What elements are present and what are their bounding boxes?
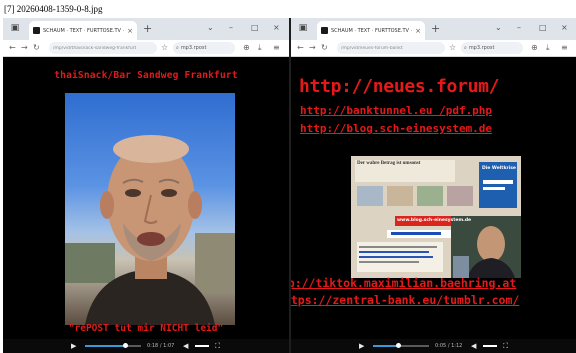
maximize-button[interactable]: □ <box>539 20 547 36</box>
forward-icon[interactable]: → <box>309 41 316 55</box>
bookmark-star-icon[interactable]: ☆ <box>449 41 456 55</box>
video-footer-text: "rePOST tut mir NICHT leid" <box>68 323 224 334</box>
minimize-button[interactable]: – <box>229 20 233 36</box>
search-icon: ⌕ <box>464 45 467 51</box>
address-url: /mp/vid/thaisnack-sandweg-frankfurt <box>53 45 137 51</box>
volume-icon[interactable]: ◀ <box>471 340 476 352</box>
address-bar[interactable]: /mp/vid/thaisnack-sandweg-frankfurt <box>49 42 157 54</box>
back-icon[interactable]: ← <box>297 41 304 55</box>
new-tab-button[interactable]: + <box>143 21 152 37</box>
extensions-icon[interactable]: ⊕ <box>243 41 250 55</box>
volume-icon[interactable]: ◀ <box>183 340 188 352</box>
progress-knob[interactable] <box>396 343 401 348</box>
bookmark-star-icon[interactable]: ☆ <box>161 41 168 55</box>
downloads-icon[interactable]: ⤓ <box>258 41 262 55</box>
video-title: thaiSnack/Bar Sandweg Frankfurt <box>54 70 238 81</box>
thumbnail-graphic <box>351 156 521 278</box>
downloads-icon[interactable]: ⤓ <box>546 41 550 55</box>
tab-close-icon[interactable]: × <box>415 27 421 35</box>
new-tab-button[interactable]: + <box>431 21 440 37</box>
reload-icon[interactable]: ↻ <box>321 41 328 55</box>
progress-knob[interactable] <box>123 343 128 348</box>
tab-title: SCHAUM · TEXT · FURTTOSE.TV · X <box>331 27 413 34</box>
search-text: mp3.rpost <box>180 45 207 51</box>
search-box[interactable]: ⌕ mp3.rpost <box>173 42 235 54</box>
address-bar[interactable]: /mp/vid/neues-forum-bankt <box>337 42 445 54</box>
left-video-controls: ▶ 0:18 / 1:07 ◀ ⛶ <box>3 339 289 353</box>
right-browser-window: ▣ SCHAUM · TEXT · FURTTOSE.TV · X × + ⌄ … <box>291 18 576 353</box>
menu-icon[interactable]: ≡ <box>273 41 280 55</box>
video-frame[interactable] <box>65 93 235 325</box>
back-icon[interactable]: ← <box>9 41 16 55</box>
progress-fill <box>85 345 125 347</box>
volume-slider[interactable] <box>195 345 209 347</box>
close-window-button[interactable]: × <box>561 20 568 36</box>
fullscreen-icon[interactable]: ⛶ <box>503 340 508 352</box>
forum-url-heading: http://neues.forum/ <box>299 76 500 97</box>
left-browser-window: ▣ SCHAUM · TEXT · FURTTOSE.TV · X × + ⌄ … <box>3 18 289 353</box>
left-tab-strip: ▣ SCHAUM · TEXT · FURTTOSE.TV · X × + ⌄ … <box>3 18 289 40</box>
left-active-tab[interactable]: SCHAUM · TEXT · FURTTOSE.TV · X × <box>29 21 137 40</box>
close-window-button[interactable]: × <box>273 20 280 36</box>
search-icon: ⌕ <box>176 45 179 51</box>
thumbnail-box-title: Die Weltkrise <box>482 166 516 171</box>
tab-overview-icon[interactable]: ▣ <box>9 23 21 34</box>
right-nav-bar: ← → ↻ /mp/vid/neues-forum-bankt ☆ ⌕ mp3.… <box>291 40 576 57</box>
minimize-button[interactable]: – <box>517 20 521 36</box>
tab-title: SCHAUM · TEXT · FURTTOSE.TV · X <box>43 27 125 34</box>
image-caption: [7] 20260408-1359-0-8.jpg <box>4 4 103 14</box>
search-text: mp3.rpost <box>468 45 495 51</box>
progress-fill <box>373 345 398 347</box>
play-icon[interactable]: ▶ <box>359 340 364 352</box>
tab-favicon-icon <box>33 27 40 34</box>
tiktok-link[interactable]: http://tiktok.maximilian.baehring.at <box>291 276 516 290</box>
reload-icon[interactable]: ↻ <box>33 41 40 55</box>
tab-list-chevron-icon[interactable]: ⌄ <box>495 20 502 36</box>
zentral-bank-link[interactable]: https://zentral-bank.eu/tumblr.com/ <box>291 293 519 307</box>
tab-favicon-icon <box>321 27 328 34</box>
newspaper-thumbnail[interactable]: Der wahre Betrag ist umsonst Die Weltkri… <box>351 156 521 278</box>
fullscreen-icon[interactable]: ⛶ <box>215 340 220 352</box>
play-icon[interactable]: ▶ <box>71 340 76 352</box>
thumbnail-banner-text: www.blog.sch-einesystem.de <box>397 218 472 223</box>
search-box[interactable]: ⌕ mp3.rpost <box>461 42 523 54</box>
time-display: 0:18 / 1:07 <box>147 343 175 349</box>
time-display: 0:05 / 1:12 <box>435 343 463 349</box>
left-nav-bar: ← → ↻ /mp/vid/thaisnack-sandweg-frankfur… <box>3 40 289 57</box>
right-video-controls: ▶ 0:05 / 1:12 ◀ ⛶ <box>291 339 576 353</box>
thumbnail-headline: Der wahre Betrag ist umsonst <box>357 161 421 166</box>
tab-close-icon[interactable]: × <box>127 27 133 35</box>
address-url: /mp/vid/neues-forum-bankt <box>341 45 403 51</box>
volume-slider[interactable] <box>483 345 497 347</box>
right-active-tab[interactable]: SCHAUM · TEXT · FURTTOSE.TV · X × <box>317 21 425 40</box>
tab-list-chevron-icon[interactable]: ⌄ <box>207 20 214 36</box>
maximize-button[interactable]: □ <box>251 20 259 36</box>
banktunnel-link[interactable]: http://banktunnel.eu /pdf.php <box>300 104 492 117</box>
right-tab-strip: ▣ SCHAUM · TEXT · FURTTOSE.TV · X × + ⌄ … <box>291 18 576 40</box>
tab-overview-icon[interactable]: ▣ <box>297 23 309 34</box>
menu-icon[interactable]: ≡ <box>561 41 568 55</box>
blog-link[interactable]: http://blog.sch-einesystem.de <box>300 122 492 135</box>
forward-icon[interactable]: → <box>21 41 28 55</box>
person-portrait <box>65 135 235 325</box>
extensions-icon[interactable]: ⊕ <box>531 41 538 55</box>
